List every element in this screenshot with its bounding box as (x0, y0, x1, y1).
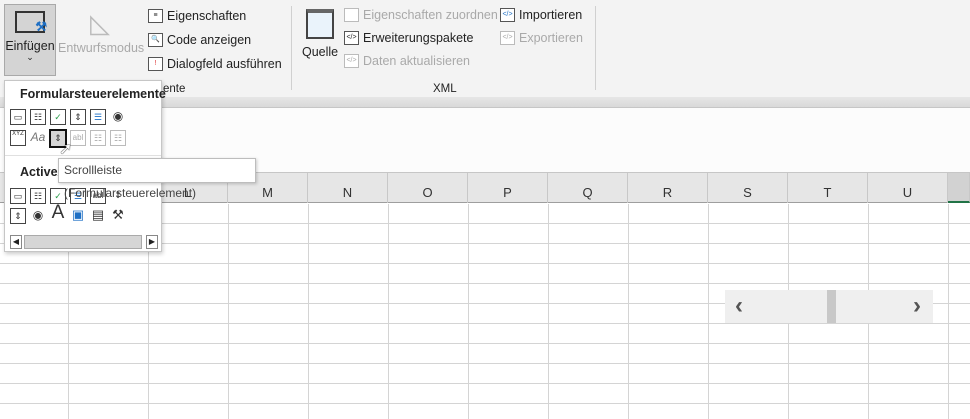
activex-option-button-icon[interactable]: ◉ (30, 208, 46, 224)
cursor-icon: ➚ (59, 141, 73, 158)
controls-group-label: ente (163, 83, 186, 95)
scroll-left-arrow[interactable]: ‹ (735, 292, 743, 320)
view-code-button[interactable]: 🔍 Code anzeigen (148, 33, 251, 47)
properties-icon: ≡ (148, 9, 163, 23)
activex-image-icon[interactable]: ▣ (70, 208, 86, 224)
divider (5, 155, 161, 156)
scroll-left-arrow-icon: ◀ (10, 235, 22, 249)
export-button[interactable]: </> Exportieren (500, 31, 583, 45)
activex-spin-button-icon[interactable]: ⇕ (10, 208, 26, 224)
xml-source-icon (306, 9, 334, 39)
column-header-t[interactable]: T (788, 173, 868, 203)
form-controls-header: Formularsteuerelemente (20, 87, 166, 101)
option-button-control-icon[interactable]: ◉ (110, 109, 126, 125)
column-header-q[interactable]: Q (548, 173, 628, 203)
activex-label-icon[interactable]: A (50, 203, 66, 222)
column-header-r[interactable]: R (628, 173, 708, 203)
divider (595, 6, 596, 90)
group-box-control-icon[interactable]: XYZ (10, 130, 26, 146)
activex-button-icon[interactable]: ▭ (10, 188, 26, 204)
expansion-packs-icon: </> (344, 31, 359, 45)
import-label: Importieren (519, 8, 583, 22)
map-properties-button[interactable]: Eigenschaften zuordnen (344, 8, 498, 22)
column-header-s[interactable]: S (708, 173, 788, 203)
import-button[interactable]: </> Importieren (500, 8, 582, 22)
activex-toggle-button-icon[interactable]: ▤ (90, 208, 106, 224)
spin-button-control-icon[interactable]: ⇕ (70, 109, 86, 125)
run-dialog-icon: ! (148, 57, 163, 71)
column-header-selected[interactable] (948, 173, 970, 203)
expansion-packs-label: Erweiterungspakete (363, 31, 474, 45)
view-code-label: Code anzeigen (167, 33, 252, 47)
list-box-control-icon[interactable]: ☰ (90, 109, 106, 125)
scroll-thumb[interactable] (827, 290, 836, 323)
column-header-o[interactable]: O (388, 173, 468, 203)
activex-combo-box-icon[interactable]: ☷ (30, 188, 46, 204)
column-header-u[interactable]: U (868, 173, 948, 203)
triangle-ruler-icon: ◺ (90, 8, 110, 38)
column-header-p[interactable]: P (468, 173, 548, 203)
scroll-right-arrow-icon: ▶ (146, 235, 158, 249)
refresh-data-button[interactable]: </> Daten aktualisieren (344, 54, 470, 68)
refresh-data-label: Daten aktualisieren (363, 54, 471, 68)
run-dialog-label: Dialogfeld ausführen (167, 57, 282, 71)
refresh-data-icon: </> (344, 54, 359, 68)
divider (291, 6, 292, 90)
tooltip: Scrollleiste (Formularsteuerelement) (58, 158, 256, 200)
activex-horizontal-scrollbar-icon[interactable]: ◀ ▶ (10, 235, 159, 249)
column-header-n[interactable]: N (308, 173, 388, 203)
xml-group-label: XML (433, 83, 457, 95)
export-icon: </> (500, 31, 515, 45)
source-button[interactable]: Quelle (302, 9, 338, 59)
source-label: Quelle (302, 45, 339, 59)
insert-label: Einfügen (5, 39, 55, 53)
combo-list-edit-control-icon[interactable]: ☷ (90, 130, 106, 146)
map-properties-label: Eigenschaften zuordnen (363, 8, 498, 22)
combo-dropdown-edit-control-icon[interactable]: ☷ (110, 130, 126, 146)
design-mode-button[interactable]: ◺ Entwurfsmodus (58, 8, 145, 55)
scroll-right-arrow[interactable]: › (913, 292, 921, 320)
properties-label: Eigenschaften (167, 9, 247, 23)
combo-box-control-icon[interactable]: ☷ (30, 109, 46, 125)
form-scrollbar-control[interactable]: ‹ › (725, 290, 933, 323)
view-code-icon: 🔍 (148, 33, 163, 47)
chevron-down-icon: ⌄ (26, 52, 34, 62)
checkbox-control-icon[interactable]: ✓ (50, 109, 66, 125)
insert-button[interactable]: ⚒ Einfügen ⌄ (4, 4, 56, 76)
properties-button[interactable]: ≡ Eigenschaften (148, 9, 246, 23)
button-control-icon[interactable]: ▭ (10, 109, 26, 125)
scroll-track (24, 235, 142, 249)
design-mode-label: Entwurfsmodus (58, 41, 145, 55)
expansion-packs-button[interactable]: </> Erweiterungspakete (344, 31, 473, 45)
label-control-icon[interactable]: Aa (30, 130, 46, 146)
import-icon: </> (500, 8, 515, 22)
run-dialog-button[interactable]: ! Dialogfeld ausführen (148, 57, 282, 71)
map-properties-icon (344, 8, 359, 22)
toolbox-icon: ⚒ (15, 11, 47, 34)
export-label: Exportieren (519, 31, 583, 45)
more-controls-icon[interactable]: ⚒ (110, 208, 126, 224)
